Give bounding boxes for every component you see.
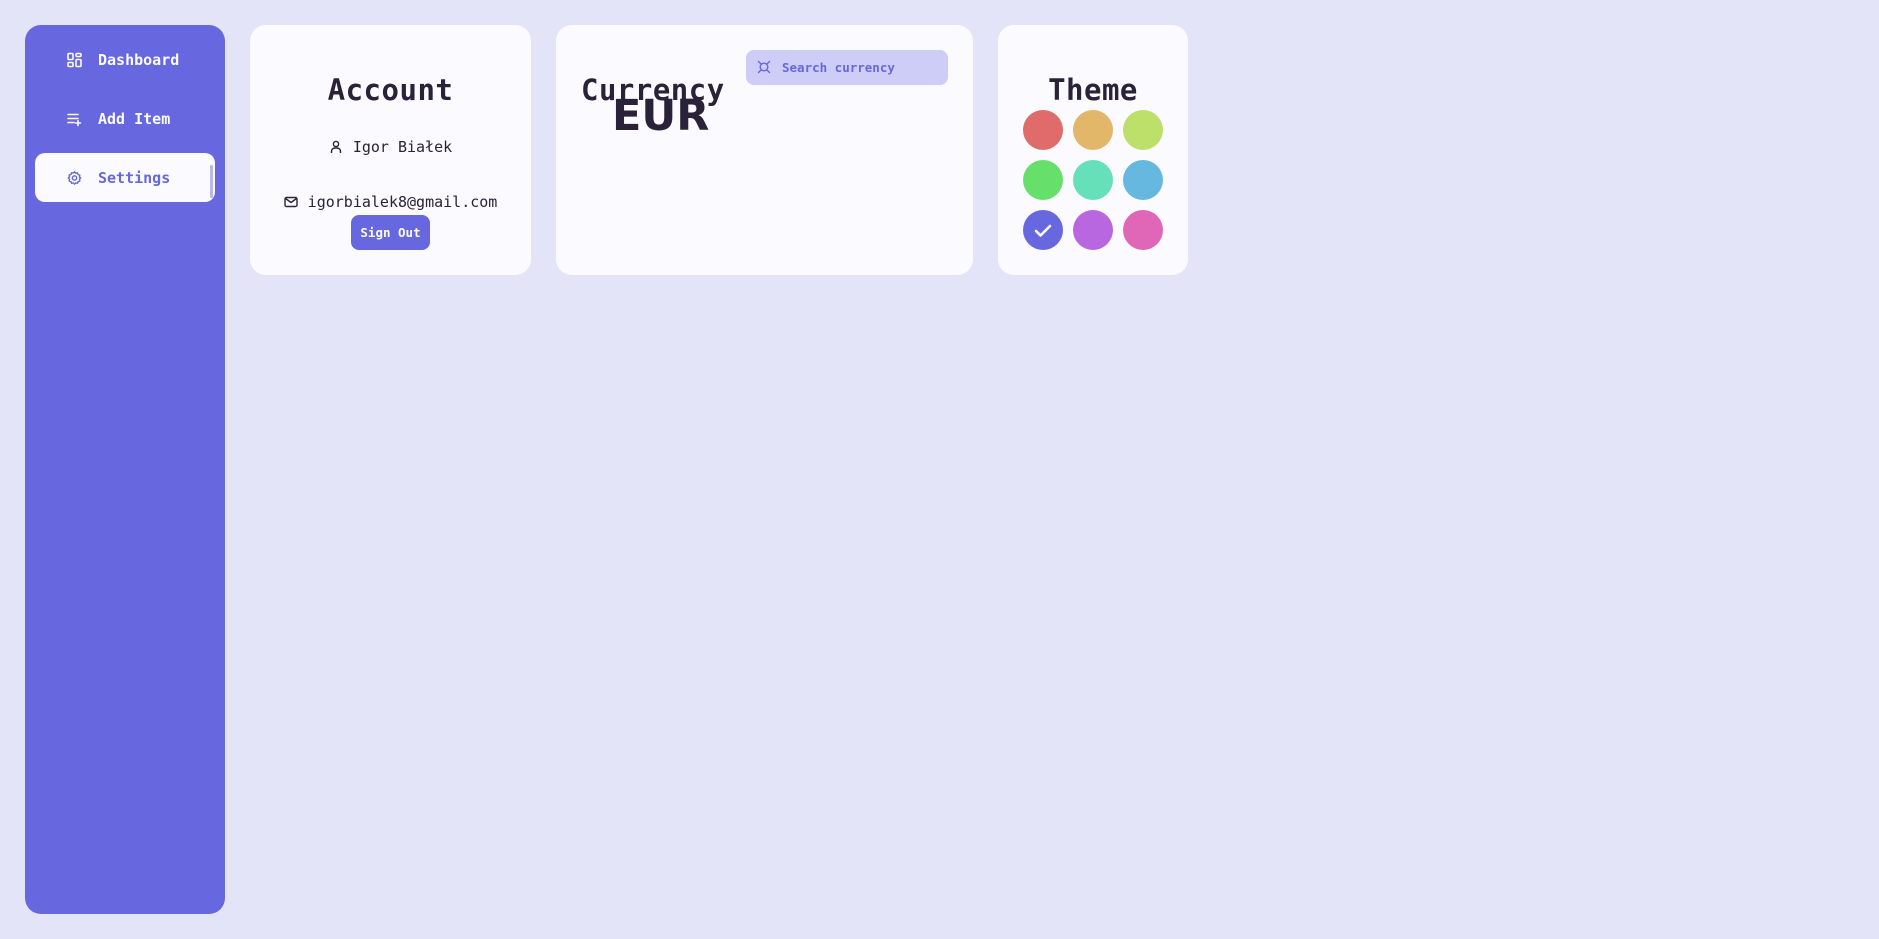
theme-swatch-red[interactable] — [1023, 110, 1063, 150]
account-email-row: igorbialek8@gmail.com — [250, 193, 531, 211]
theme-swatch-purple[interactable] — [1073, 210, 1113, 250]
account-name-row: Igor Białek — [250, 138, 531, 156]
active-indicator — [210, 165, 213, 198]
sign-out-button[interactable]: Sign Out — [351, 215, 430, 250]
theme-card: Theme — [998, 25, 1188, 275]
sidebar-item-label: Add Item — [98, 109, 171, 128]
playlist-add-icon — [67, 111, 82, 126]
check-icon — [1034, 224, 1052, 237]
sidebar: Dashboard Add Item Settings — [25, 25, 225, 914]
account-title: Account — [327, 73, 454, 107]
currency-icon — [757, 60, 771, 74]
sidebar-item-add-item[interactable]: Add Item — [35, 94, 215, 143]
theme-swatch-lime[interactable] — [1123, 110, 1163, 150]
sidebar-item-settings[interactable]: Settings — [35, 153, 215, 202]
account-card: Account Igor Białek igorbialek8@gmail.co… — [250, 25, 531, 275]
currency-search-input[interactable] — [782, 50, 942, 85]
sidebar-item-dashboard[interactable]: Dashboard — [35, 35, 215, 84]
currency-search[interactable] — [746, 50, 948, 85]
theme-title: Theme — [1048, 73, 1138, 107]
selected-currency: EUR — [612, 91, 710, 141]
theme-swatch-orange[interactable] — [1073, 110, 1113, 150]
account-email: igorbialek8@gmail.com — [307, 193, 498, 211]
gear-icon — [67, 170, 82, 185]
theme-swatch-blue[interactable] — [1123, 160, 1163, 200]
sidebar-item-label: Dashboard — [98, 50, 180, 69]
account-name: Igor Białek — [352, 138, 453, 156]
theme-swatch-indigo[interactable] — [1023, 210, 1063, 250]
theme-swatch-pink[interactable] — [1123, 210, 1163, 250]
currency-card: Currency EUR — [556, 25, 973, 275]
mail-icon — [283, 195, 298, 209]
theme-swatch-green[interactable] — [1023, 160, 1063, 200]
sidebar-item-label: Settings — [98, 168, 171, 187]
theme-swatches — [1023, 110, 1163, 250]
dashboard-icon — [67, 52, 82, 67]
user-icon — [329, 140, 343, 154]
theme-swatch-teal[interactable] — [1073, 160, 1113, 200]
